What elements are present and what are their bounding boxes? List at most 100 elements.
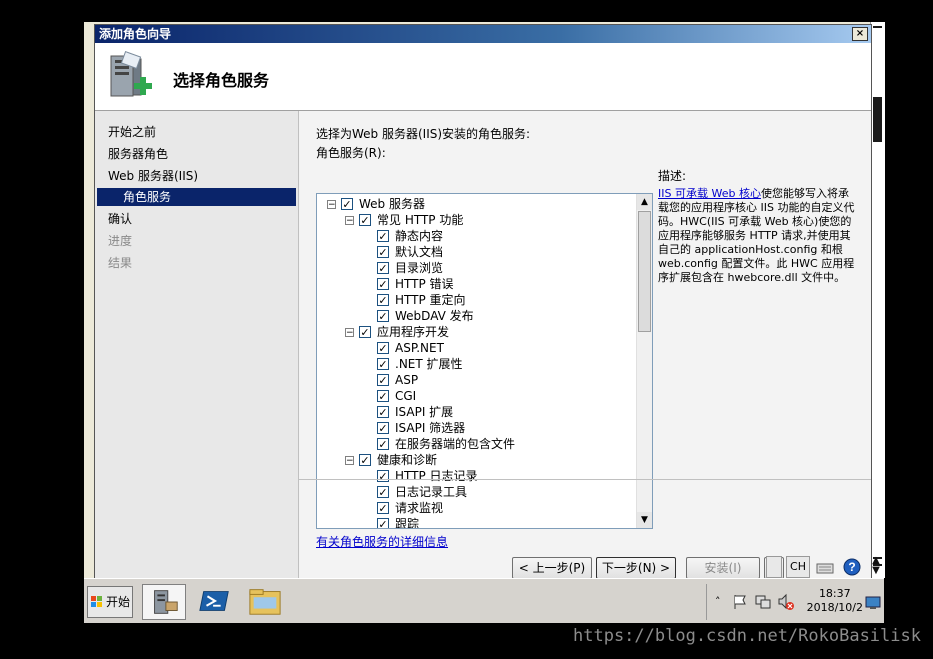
checkbox[interactable]: ✓ (377, 342, 389, 354)
main-content: 选择为Web 服务器(IIS)安装的角色服务: 角色服务(R): ✓ 跟踪 ✓ 请求监… (299, 111, 871, 579)
next-button[interactable]: 下一步(N) > (596, 557, 676, 579)
checkbox[interactable]: ✓ (377, 358, 389, 370)
status-indicator-box (766, 556, 782, 578)
collapse-toggle-icon[interactable]: − (345, 216, 354, 226)
collapse-toggle-icon[interactable]: − (327, 200, 336, 210)
checkbox[interactable]: ✓ (377, 262, 389, 274)
more-info-link[interactable]: 有关角色服务的详细信息 (316, 533, 448, 550)
sidebar-item-server-roles[interactable]: 服务器角色 (108, 146, 168, 162)
tree-row[interactable]: ✓ ASP (317, 372, 635, 388)
show-desktop-icon[interactable] (865, 596, 881, 610)
tree-row[interactable]: ✓ .NET 扩展性 (317, 356, 635, 372)
checkbox[interactable]: ✓ (341, 198, 353, 210)
checkbox[interactable]: ✓ (377, 294, 389, 306)
checkbox[interactable]: ✓ (377, 438, 389, 450)
tree-row-label: 日志记录工具 (395, 485, 468, 499)
tree-row[interactable]: ✓ 日志记录工具 (317, 484, 635, 500)
tree-row[interactable]: ✓ WebDAV 发布 (317, 308, 635, 324)
tree-row[interactable]: ✓ HTTP 重定向 (317, 292, 635, 308)
instruction-text: 选择为Web 服务器(IIS)安装的角色服务: (316, 127, 531, 141)
tree-row[interactable]: ✓ ISAPI 筛选器 (317, 420, 635, 436)
tree-row-label: 常见 HTTP 功能 (377, 213, 464, 227)
wizard-sidebar: 开始之前 服务器角色 Web 服务器(IIS) 角色服务 确认 进度 结果 (95, 111, 299, 579)
tree-row-label: HTTP 错误 (395, 277, 454, 291)
checkbox[interactable]: ✓ (377, 422, 389, 434)
checkbox[interactable]: ✓ (377, 246, 389, 258)
sidebar-item-confirmation[interactable]: 确认 (108, 211, 132, 227)
system-tray: ˄ 18:37 2018/10/2 (706, 584, 883, 620)
checkbox[interactable]: ✓ (359, 214, 371, 226)
volume-muted-icon[interactable] (777, 593, 795, 611)
checkbox[interactable]: ✓ (377, 310, 389, 322)
server-manager-taskbar-button[interactable] (142, 584, 186, 620)
install-button: 安装(I) (686, 557, 760, 579)
tree-row-label: 默认文档 (395, 245, 444, 259)
checkbox[interactable]: ✓ (377, 502, 389, 514)
tree-row[interactable]: ✓ 在服务器端的包含文件 (317, 436, 635, 452)
powershell-icon (199, 591, 229, 611)
tree-row-label: 健康和诊断 (377, 453, 438, 467)
close-button[interactable]: × (852, 27, 868, 41)
network-icon[interactable] (755, 594, 771, 610)
sidebar-item-role-services[interactable]: 角色服务 (97, 188, 296, 206)
tree-row[interactable]: − ✓ 健康和诊断 (317, 452, 635, 468)
collapse-toggle-icon[interactable]: − (345, 456, 354, 466)
tree-row-label: 请求监视 (395, 501, 444, 515)
checkbox[interactable]: ✓ (377, 518, 389, 528)
checkbox[interactable]: ✓ (377, 278, 389, 290)
tree-row-label: Web 服务器 (359, 197, 425, 211)
scroll-down-arrow-icon[interactable]: ▼ (637, 512, 652, 528)
checkbox[interactable]: ✓ (377, 374, 389, 386)
wizard-header: 选择角色服务 (95, 43, 871, 111)
spin-arrows-icon[interactable]: ▲ ▼ (869, 556, 883, 578)
tree-scrollbar[interactable]: ▲ ▼ (636, 194, 652, 528)
tree-row[interactable]: ✓ 跟踪 (317, 516, 635, 528)
checkbox[interactable]: ✓ (359, 326, 371, 338)
tree-row[interactable]: − ✓ 常见 HTTP 功能 (317, 212, 635, 228)
checkbox[interactable]: ✓ (377, 470, 389, 482)
host-scrollbar[interactable] (870, 22, 885, 578)
checkbox[interactable]: ✓ (359, 454, 371, 466)
checkbox[interactable]: ✓ (377, 486, 389, 498)
language-indicator[interactable]: CH (786, 556, 810, 578)
sidebar-item-before-you-begin[interactable]: 开始之前 (108, 124, 156, 140)
description-link[interactable]: IIS 可承载 Web 核心 (658, 187, 761, 200)
collapse-toggle-icon[interactable]: − (345, 328, 354, 338)
tree-row[interactable]: ✓ 默认文档 (317, 244, 635, 260)
tree-row[interactable]: − ✓ 应用程序开发 (317, 324, 635, 340)
powershell-taskbar-button[interactable] (194, 584, 238, 620)
host-scrollbar-thumb[interactable] (873, 97, 882, 142)
tree-row[interactable]: ✓ 静态内容 (317, 228, 635, 244)
explorer-taskbar-button[interactable] (244, 584, 288, 620)
sidebar-item-web-server-iis[interactable]: Web 服务器(IIS) (108, 168, 198, 184)
tree-row-label: ISAPI 扩展 (395, 405, 454, 419)
tree-row-label: WebDAV 发布 (395, 309, 474, 323)
tree-row[interactable]: ✓ ISAPI 扩展 (317, 404, 635, 420)
tree-row-label: .NET 扩展性 (395, 357, 463, 371)
tree-row[interactable]: ✓ HTTP 日志记录 (317, 468, 635, 484)
tree-row[interactable]: − ✓ Web 服务器 (317, 196, 635, 212)
tree-row[interactable]: ✓ 目录浏览 (317, 260, 635, 276)
checkbox[interactable]: ✓ (377, 230, 389, 242)
action-center-flag-icon[interactable] (733, 594, 747, 610)
keyboard-icon[interactable] (816, 559, 834, 575)
start-label: 开始 (106, 595, 131, 609)
tree-row[interactable]: ✓ HTTP 错误 (317, 276, 635, 292)
previous-button[interactable]: < 上一步(P) (512, 557, 592, 579)
start-button[interactable]: 开始 (87, 586, 133, 618)
tree-row-label: 目录浏览 (395, 261, 444, 275)
scroll-up-arrow-icon[interactable]: ▲ (637, 194, 652, 210)
tree-row-label: ISAPI 筛选器 (395, 421, 466, 435)
add-roles-wizard-window: 添加角色向导 × 选择角色服务 开始之前 服务器角色 Web 服务器(IIS) … (94, 24, 872, 580)
tree-scrollbar-thumb[interactable] (638, 211, 651, 332)
tree-row[interactable]: ✓ ASP.NET (317, 340, 635, 356)
checkbox[interactable]: ✓ (377, 390, 389, 402)
tree-row[interactable]: ✓ CGI (317, 388, 635, 404)
clock[interactable]: 18:37 2018/10/2 (807, 587, 863, 615)
footer-divider (299, 479, 871, 480)
server-manager-icon (154, 590, 178, 614)
help-icon[interactable]: ? (843, 558, 861, 576)
tree-row[interactable]: ✓ 请求监视 (317, 500, 635, 516)
show-hidden-icons-chevron-icon[interactable]: ˄ (715, 595, 721, 608)
checkbox[interactable]: ✓ (377, 406, 389, 418)
